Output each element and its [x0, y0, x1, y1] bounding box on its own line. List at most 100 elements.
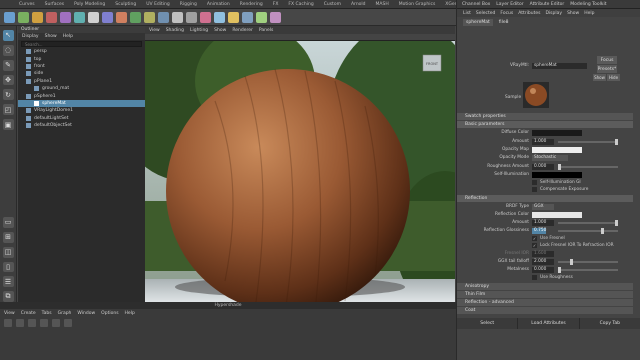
attr-menu-item[interactable]: List — [463, 11, 471, 16]
viewport-panel[interactable]: View Shading Lighting Show Renderer Pane… — [145, 26, 455, 302]
shelf-tab[interactable]: Rendering — [235, 2, 268, 7]
attr-menu-item[interactable]: Show — [567, 11, 579, 16]
hypershade-menu-item[interactable]: Create — [21, 311, 36, 316]
viewport-menu-renderer[interactable]: Renderer — [232, 28, 253, 33]
outliner-item[interactable]: sphereMat — [18, 99, 145, 108]
outliner-search-input[interactable]: Search... — [21, 41, 142, 47]
attr-menu-item[interactable]: Selected — [476, 11, 496, 16]
section-thin-film[interactable]: Thin Film — [457, 291, 633, 298]
viewport-menu-show[interactable]: Show — [214, 28, 226, 33]
shelf-tool-icon[interactable] — [242, 11, 253, 23]
shelf-tool-icon[interactable] — [46, 11, 57, 23]
hs-tool-icon-3[interactable] — [28, 318, 36, 327]
section-swatch-properties[interactable]: Swatch properties — [457, 113, 633, 120]
hypershade-menu-item[interactable]: Tabs — [42, 311, 52, 316]
hs-tool-icon-4[interactable] — [40, 318, 48, 327]
shelf-tool-icon[interactable] — [102, 11, 113, 23]
layout-two-icon[interactable]: ◫ — [2, 246, 14, 258]
roughness-slider[interactable] — [558, 163, 618, 170]
shelf-tab[interactable]: Custom — [319, 2, 346, 7]
hs-tool-icon-6[interactable] — [64, 318, 72, 327]
shelf-tool-icon[interactable] — [172, 11, 183, 23]
shelf-tool-icon[interactable] — [60, 11, 71, 23]
rotate-tool-icon[interactable]: ↻ — [2, 89, 14, 101]
shelf-tool-icon[interactable] — [228, 11, 239, 23]
brdf-type-select[interactable]: GGX — [532, 203, 554, 210]
outliner-item[interactable]: front — [18, 63, 145, 70]
outliner-menu-display[interactable]: Display — [22, 34, 39, 39]
diffuse-color-swatch[interactable] — [532, 129, 582, 136]
hypershade-menu-item[interactable]: Window — [77, 311, 95, 316]
scale-tool-icon[interactable]: ◰ — [2, 104, 14, 116]
layout-side-icon[interactable]: ▯ — [2, 261, 14, 273]
lock-fresnel-checkbox[interactable]: ✓ — [532, 243, 537, 248]
refl-gloss-field[interactable]: 0.750 — [532, 227, 546, 234]
node-tab-spheremat[interactable]: sphereMat — [463, 19, 493, 26]
outliner-item[interactable]: side — [18, 70, 145, 77]
hide-button[interactable]: Hide — [607, 74, 620, 81]
load-attributes-button[interactable]: Load Attributes — [518, 318, 580, 329]
compensate-exposure-checkbox[interactable] — [532, 187, 537, 192]
attr-panel-tab[interactable]: Modeling Toolkit — [567, 2, 609, 7]
section-anisotropy[interactable]: Anisotropy — [457, 283, 633, 290]
roughness-knob[interactable] — [558, 163, 561, 170]
ggx-tail-slider[interactable] — [558, 258, 618, 265]
viewport-menu-shading[interactable]: Shading — [166, 28, 184, 33]
section-basic-parameters[interactable]: Basic parameters — [457, 121, 633, 128]
roughness-field[interactable]: 0.000 — [532, 163, 554, 170]
opacity-map-swatch[interactable] — [532, 146, 582, 153]
outliner-item[interactable]: persp — [18, 48, 145, 55]
hs-tool-icon-2[interactable] — [16, 318, 24, 327]
shelf-tool-icon[interactable] — [88, 11, 99, 23]
shelf-tool-icon[interactable] — [200, 11, 211, 23]
shelf-tab[interactable]: Poly Modeling — [69, 2, 110, 7]
opacity-mode-select[interactable]: Stochastic — [532, 154, 568, 161]
layout-outliner-icon[interactable]: ☰ — [2, 276, 14, 288]
attr-menu-item[interactable]: Help — [584, 11, 594, 16]
section-coat[interactable]: Coat — [457, 307, 633, 314]
layout-four-icon[interactable]: ⊞ — [2, 231, 14, 243]
self-illum-swatch[interactable] — [532, 171, 582, 178]
hypershade-menu-item[interactable]: Graph — [58, 311, 72, 316]
shelf-tab[interactable]: Motion Graphics — [394, 2, 441, 7]
section-reflection[interactable]: Reflection — [457, 195, 633, 202]
presets-button[interactable]: Presets* — [597, 65, 617, 73]
outliner-item[interactable]: pPlane1 — [18, 78, 145, 85]
shelf-tab[interactable]: Surfaces — [40, 2, 70, 7]
node-name-field[interactable]: sphereMat — [532, 62, 587, 69]
use-fresnel-checkbox[interactable]: ✓ — [532, 236, 537, 241]
outliner-menu-show[interactable]: Show — [45, 34, 57, 39]
layout-graph-icon[interactable]: ⧉ — [2, 291, 14, 303]
shelf-tool-icon[interactable] — [116, 11, 127, 23]
paint-select-icon[interactable]: ✎ — [2, 59, 14, 71]
refl-amount-slider[interactable] — [558, 219, 618, 226]
outliner-item[interactable]: ground_mat — [18, 85, 145, 92]
metalness-field[interactable]: 0.000 — [532, 266, 554, 273]
shelf-tool-icon[interactable] — [214, 11, 225, 23]
shelf-tab[interactable]: Arnold — [346, 2, 371, 7]
use-roughness-checkbox[interactable] — [532, 275, 537, 280]
hypershade-menu-item[interactable]: View — [4, 311, 15, 316]
ggx-tail-knob[interactable] — [570, 258, 573, 265]
last-tool-icon[interactable]: ▣ — [2, 119, 14, 131]
viewport-menu-panels[interactable]: Panels — [259, 28, 273, 33]
shelf-tab[interactable]: Curves — [14, 2, 40, 7]
outliner-item[interactable]: pSphere1 — [18, 92, 145, 99]
attr-menu-item[interactable]: Focus — [500, 11, 513, 16]
metalness-slider[interactable] — [558, 266, 618, 273]
view-cube[interactable]: FRONT — [422, 54, 442, 72]
hs-tool-icon-5[interactable] — [52, 318, 60, 327]
viewport-menu-view[interactable]: View — [149, 28, 160, 33]
shelf-tab[interactable]: MASH — [371, 2, 394, 7]
hypershade-menu-item[interactable]: Options — [101, 311, 118, 316]
copy-tab-button[interactable]: Copy Tab — [580, 318, 640, 329]
shelf-tab[interactable]: FX — [268, 2, 284, 7]
shelf-tool-icon[interactable] — [130, 11, 141, 23]
attr-panel-tab[interactable]: Channel Box — [459, 2, 493, 7]
outliner-menu-help[interactable]: Help — [63, 34, 73, 39]
refl-color-swatch[interactable] — [532, 211, 582, 218]
focus-button[interactable]: Focus — [597, 56, 617, 64]
refl-gloss-knob[interactable] — [601, 227, 604, 234]
section-reflection-advanced[interactable]: Reflection - advanced — [457, 299, 633, 306]
shelf-tool-icon[interactable] — [256, 11, 267, 23]
